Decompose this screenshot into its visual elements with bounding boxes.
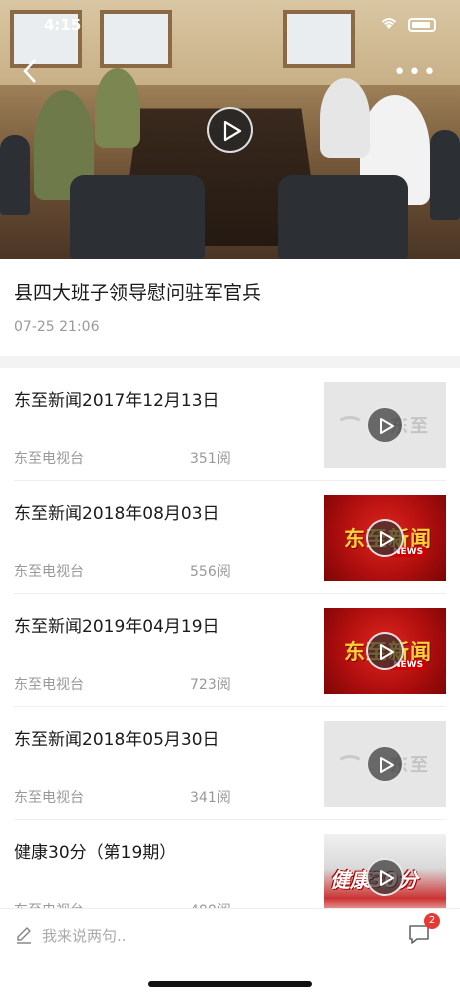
list-item-title: 健康30分（第19期）	[14, 843, 177, 863]
list-item-thumbnail[interactable]: 东至	[324, 721, 446, 807]
video-player[interactable]: 4:15 •••	[0, 0, 460, 259]
status-bar: 4:15	[0, 12, 460, 36]
play-icon[interactable]	[207, 107, 253, 153]
list-item-title: 东至新闻2017年12月13日	[14, 391, 220, 411]
list-item-thumbnail[interactable]: 东至新闻 NEWS	[324, 608, 446, 694]
comment-input[interactable]: 我来说两句..	[14, 923, 314, 947]
list-item-thumbnail[interactable]: 东至新闻 NEWS	[324, 495, 446, 581]
station-logo-icon	[336, 416, 364, 436]
play-icon[interactable]	[366, 632, 404, 670]
video-title: 县四大班子领导慰问驻军官兵	[14, 282, 262, 304]
list-item-reads: 351阅	[190, 451, 231, 467]
list-item-title: 东至新闻2018年05月30日	[14, 730, 220, 750]
play-icon[interactable]	[366, 519, 404, 557]
video-scene-chair	[70, 175, 205, 259]
list-item-source: 东至电视台	[14, 677, 84, 693]
play-icon[interactable]	[366, 858, 404, 896]
pencil-icon	[17, 927, 31, 944]
video-date: 07-25 21:06	[14, 319, 100, 335]
list-item[interactable]: 东至新闻2019年04月19日 东至电视台 723阅 东至新闻 NEWS	[14, 594, 446, 707]
status-time: 4:15	[44, 16, 82, 34]
back-arrow-icon[interactable]	[22, 58, 52, 88]
play-icon[interactable]	[366, 406, 404, 444]
comment-placeholder: 我来说两句..	[42, 926, 127, 945]
list-item-reads: 556阅	[190, 564, 231, 580]
list-item-source: 东至电视台	[14, 790, 84, 806]
list-item-title: 东至新闻2018年08月03日	[14, 504, 220, 524]
list-item[interactable]: 东至新闻2018年05月30日 东至电视台 341阅 东至	[14, 707, 446, 820]
home-indicator[interactable]	[148, 981, 312, 987]
battery-icon	[408, 18, 436, 32]
comment-count-button[interactable]: 2	[406, 913, 440, 947]
related-video-list: 东至新闻2017年12月13日 东至电视台 351阅 东至 东至新闻2018年0…	[0, 368, 460, 933]
list-item-reads: 723阅	[190, 677, 231, 693]
list-item[interactable]: 东至新闻2017年12月13日 东至电视台 351阅 东至	[14, 368, 446, 481]
comment-count-badge: 2	[424, 913, 440, 929]
video-scene-person	[95, 68, 140, 148]
list-item-title: 东至新闻2019年04月19日	[14, 617, 220, 637]
video-scene-chair	[0, 135, 30, 215]
station-logo-icon	[336, 755, 364, 775]
wifi-icon	[380, 16, 398, 34]
list-item-source: 东至电视台	[14, 564, 84, 580]
section-divider	[0, 356, 460, 368]
video-scene-chair	[430, 130, 460, 220]
list-item-reads: 341阅	[190, 790, 231, 806]
more-dots-icon[interactable]: •••	[393, 58, 438, 88]
play-icon[interactable]	[366, 745, 404, 783]
list-item[interactable]: 东至新闻2018年08月03日 东至电视台 556阅 东至新闻 NEWS	[14, 481, 446, 594]
comment-bar: 我来说两句.. 2	[0, 908, 460, 996]
list-item-source: 东至电视台	[14, 451, 84, 467]
video-scene-person	[320, 78, 370, 158]
list-item-thumbnail[interactable]: 东至	[324, 382, 446, 468]
video-scene-chair	[278, 175, 408, 259]
